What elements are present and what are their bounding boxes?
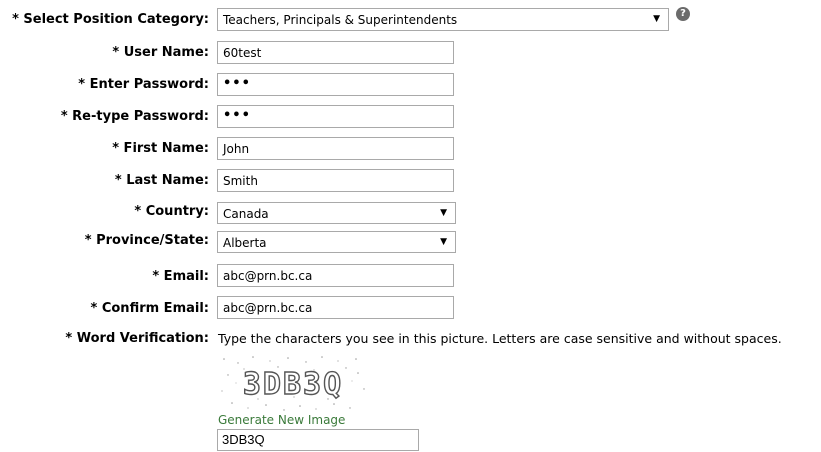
help-circle-icon[interactable]: ? bbox=[676, 7, 690, 21]
province-value: Alberta bbox=[223, 236, 267, 250]
last-name-label: * Last Name: bbox=[114, 173, 209, 188]
captcha-instructions: Type the characters you see in this pict… bbox=[218, 331, 782, 346]
confirm-email-input[interactable]: abc@prn.bc.ca bbox=[217, 296, 454, 319]
chevron-down-icon: ▼ bbox=[440, 208, 447, 218]
word-verification-input[interactable]: 3DB3Q bbox=[217, 429, 419, 451]
position-category-select[interactable]: Teachers, Principals & Superintendents ▼ bbox=[217, 8, 669, 31]
password-label: * Enter Password: bbox=[78, 77, 209, 92]
province-select[interactable]: Alberta ▼ bbox=[217, 231, 456, 253]
country-label: * Country: bbox=[134, 204, 209, 219]
retype-password-input[interactable]: ••• bbox=[217, 105, 454, 128]
captcha-text: 3DB3Q bbox=[243, 367, 343, 402]
province-label: * Province/State: bbox=[84, 233, 209, 248]
password-input[interactable]: ••• bbox=[217, 73, 454, 96]
retype-password-label: * Re-type Password: bbox=[60, 109, 209, 124]
country-value: Canada bbox=[223, 207, 269, 221]
username-label: * User Name: bbox=[112, 45, 209, 60]
first-name-label: * First Name: bbox=[112, 141, 209, 156]
generate-new-image-link[interactable]: Generate New Image bbox=[218, 413, 345, 428]
first-name-input[interactable]: John bbox=[217, 137, 454, 160]
confirm-email-label: * Confirm Email: bbox=[90, 301, 209, 316]
email-input[interactable]: abc@prn.bc.ca bbox=[217, 264, 454, 287]
username-input[interactable]: 60test bbox=[217, 41, 454, 64]
last-name-input[interactable]: Smith bbox=[217, 169, 454, 192]
chevron-down-icon: ▼ bbox=[653, 14, 660, 24]
chevron-down-icon: ▼ bbox=[440, 237, 447, 247]
captcha-image: 3DB3Q bbox=[218, 353, 368, 415]
country-select[interactable]: Canada ▼ bbox=[217, 202, 456, 224]
position-category-value: Teachers, Principals & Superintendents bbox=[223, 13, 458, 27]
email-label: * Email: bbox=[152, 269, 209, 284]
word-verification-label: * Word Verification: bbox=[65, 331, 209, 346]
position-category-label: * Select Position Category: bbox=[12, 12, 209, 27]
